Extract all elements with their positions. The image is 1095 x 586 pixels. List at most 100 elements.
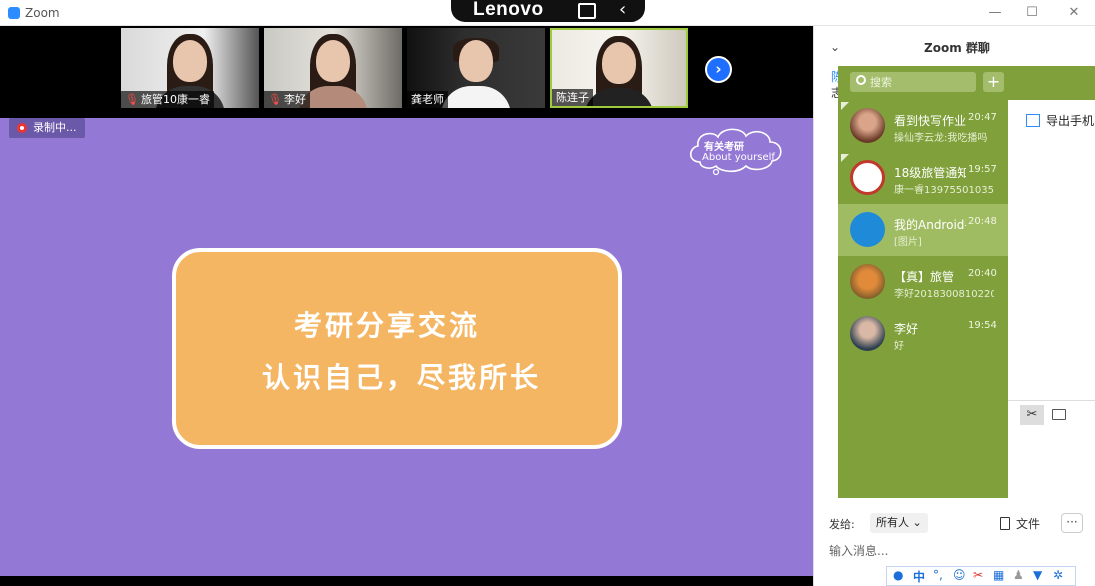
collapse-bar-button[interactable]: ‹ xyxy=(619,0,626,21)
pinned-corner-icon xyxy=(841,102,849,110)
conversation-preview: 操仙李云龙:我吃播吗 xyxy=(894,133,988,144)
export-phone-button[interactable]: 导出手机 xyxy=(1026,112,1094,129)
skin-icon[interactable]: ▼ xyxy=(1033,568,1042,582)
participant-name: 旅管10康一睿 xyxy=(140,93,210,106)
ime-toolbar[interactable]: ● 中 °, ☺ ✂ ▦ ♟ ▼ ✲ xyxy=(886,566,1076,586)
recipient-value: 所有人 xyxy=(876,516,909,529)
chevron-down-icon: ⌄ xyxy=(912,516,922,529)
slide-title: 考研分享交流 xyxy=(294,309,481,342)
screen-share-icon[interactable] xyxy=(578,3,596,19)
minimize-button[interactable]: — xyxy=(985,4,1005,22)
conversation-preview: 好 xyxy=(894,341,904,352)
mic-muted-icon: 🎙 xyxy=(268,93,282,106)
file-icon xyxy=(1000,517,1010,530)
export-icon xyxy=(1026,114,1040,127)
conversation-preview: 李好2018300810220 xyxy=(894,289,994,300)
message-input[interactable] xyxy=(829,542,1084,560)
video-tile[interactable]: 🎙 旅管10康一睿 xyxy=(121,28,259,108)
participant-face xyxy=(316,40,350,82)
meeting-area: 🎙 旅管10康一睿 🎙 李好 龚老师 陈连子 › 录制中... 有关考研 Abo… xyxy=(0,26,813,586)
file-label: 文件 xyxy=(1016,517,1041,531)
conversation-list: 看到快写作业 20:47 操仙李云龙:我吃播吗 18级旅管通知 19:57 康一… xyxy=(838,100,1008,360)
phone-icon xyxy=(850,212,885,247)
shared-slide: 录制中... 有关考研 About yourself 考研分享交流 认识自己，尽… xyxy=(0,118,813,576)
user-icon[interactable]: ● xyxy=(893,568,903,582)
participant-face xyxy=(459,40,493,82)
maximize-button[interactable]: ☐ xyxy=(1022,4,1042,22)
folder-icon[interactable] xyxy=(1052,409,1066,420)
participant-face xyxy=(173,40,207,82)
add-button[interactable]: + xyxy=(983,72,1004,92)
chat-title: Zoom 群聊 xyxy=(924,41,990,55)
cloud-text-cn: 有关考研 xyxy=(704,142,744,153)
title-bar: Zoom — ☐ ✕ Lenovo ‹ xyxy=(0,0,1095,26)
participant-name: 陈连子 xyxy=(556,91,589,104)
qq-search-box[interactable] xyxy=(850,72,976,92)
conversation-preview: [图片] xyxy=(894,237,922,248)
video-tile[interactable]: 龚老师 xyxy=(407,28,545,108)
participant-name-bar: 🎙 旅管10康一睿 xyxy=(121,91,214,108)
participant-name-bar: 龚老师 xyxy=(407,91,448,108)
recording-icon xyxy=(17,123,27,133)
cloud-text-en: About yourself xyxy=(702,152,775,163)
ime-language[interactable]: 中 xyxy=(913,568,925,585)
participant-face xyxy=(602,42,636,84)
participant-name-bar: 🎙 李好 xyxy=(264,91,310,108)
conversation-name: 18级旅管通知 xyxy=(894,166,966,180)
chevron-down-icon[interactable]: ⌄ xyxy=(830,40,840,54)
emoji-icon[interactable]: ☺ xyxy=(953,568,966,582)
search-icon xyxy=(856,75,866,85)
slide-title-card: 考研分享交流 认识自己，尽我所长 xyxy=(172,248,622,449)
participant-name-bar: 陈连子 xyxy=(552,89,593,106)
conversation-item[interactable]: 看到快写作业 20:47 操仙李云龙:我吃播吗 xyxy=(838,100,1008,152)
zoom-app: Zoom — ☐ ✕ Lenovo ‹ 🎙 旅管10康一睿 🎙 李好 龚老师 陈… xyxy=(0,0,1095,586)
close-button[interactable]: ✕ xyxy=(1064,4,1084,22)
pinned-corner-icon xyxy=(841,154,849,162)
lenovo-screen-share-bar[interactable]: Lenovo ‹ xyxy=(451,0,645,22)
conversation-name: 看到快写作业 xyxy=(894,114,966,128)
meeting-bottom-edge xyxy=(0,576,813,586)
conversation-time: 20:48 xyxy=(968,216,997,227)
conversation-item[interactable]: 18级旅管通知 19:57 康一睿139755010355 xyxy=(838,152,1008,204)
gear-icon[interactable]: ✲ xyxy=(1053,568,1063,582)
slide-subtitle: 认识自己，尽我所长 xyxy=(262,361,542,394)
conversation-name: 【真】旅管 xyxy=(894,270,955,284)
qq-search-input[interactable] xyxy=(870,74,970,90)
conversation-name: 李好 xyxy=(894,322,919,336)
qq-chat-window: + 看到快写作业 20:47 操仙李云龙:我吃播吗 18级旅管通知 19:57 … xyxy=(838,66,1095,498)
conversation-name: 我的Android手机 xyxy=(894,218,966,232)
qq-chat-pane: 导出手机 ✂ xyxy=(1008,100,1095,498)
participant-name: 龚老师 xyxy=(411,93,444,106)
conversation-preview: 康一睿139755010355 xyxy=(894,185,994,196)
recording-badge[interactable]: 录制中... xyxy=(9,118,85,138)
next-page-button[interactable]: › xyxy=(705,56,732,83)
avatar xyxy=(850,108,885,143)
mic-muted-icon: 🎙 xyxy=(125,93,139,106)
conversation-item[interactable]: 李好 19:54 好 xyxy=(838,308,1008,360)
avatar xyxy=(850,160,885,195)
video-tile[interactable]: 🎙 李好 xyxy=(264,28,402,108)
avatar xyxy=(850,264,885,299)
conversation-item[interactable]: 【真】旅管 20:40 李好2018300810220 xyxy=(838,256,1008,308)
conversation-time: 20:47 xyxy=(968,112,997,123)
file-button[interactable]: 文件 xyxy=(1000,515,1040,532)
conversation-item-selected[interactable]: 我的Android手机 20:48 [图片] xyxy=(838,204,1008,256)
participant-name: 李好 xyxy=(283,93,306,106)
punctuation-icon[interactable]: °, xyxy=(933,568,943,582)
divider xyxy=(1008,400,1095,401)
conversation-time: 19:57 xyxy=(968,164,997,175)
scissors-icon[interactable]: ✂ xyxy=(1020,405,1044,425)
person-icon[interactable]: ♟ xyxy=(1013,568,1024,582)
window-title: Zoom xyxy=(25,6,60,20)
keyboard-icon[interactable]: ▦ xyxy=(993,568,1004,582)
more-options-button[interactable]: ··· xyxy=(1061,513,1083,533)
recording-label: 录制中... xyxy=(33,121,77,134)
conversation-time: 19:54 xyxy=(968,320,997,331)
lenovo-brand: Lenovo xyxy=(473,0,544,20)
send-to-label: 发给: xyxy=(829,518,855,531)
scissors-icon[interactable]: ✂ xyxy=(973,568,983,582)
video-tile-active-speaker[interactable]: 陈连子 xyxy=(550,28,688,108)
video-strip: 🎙 旅管10康一睿 🎙 李好 龚老师 陈连子 › xyxy=(0,26,813,118)
recipient-dropdown[interactable]: 所有人 ⌄ xyxy=(870,513,928,533)
zoom-logo-icon xyxy=(8,7,20,19)
